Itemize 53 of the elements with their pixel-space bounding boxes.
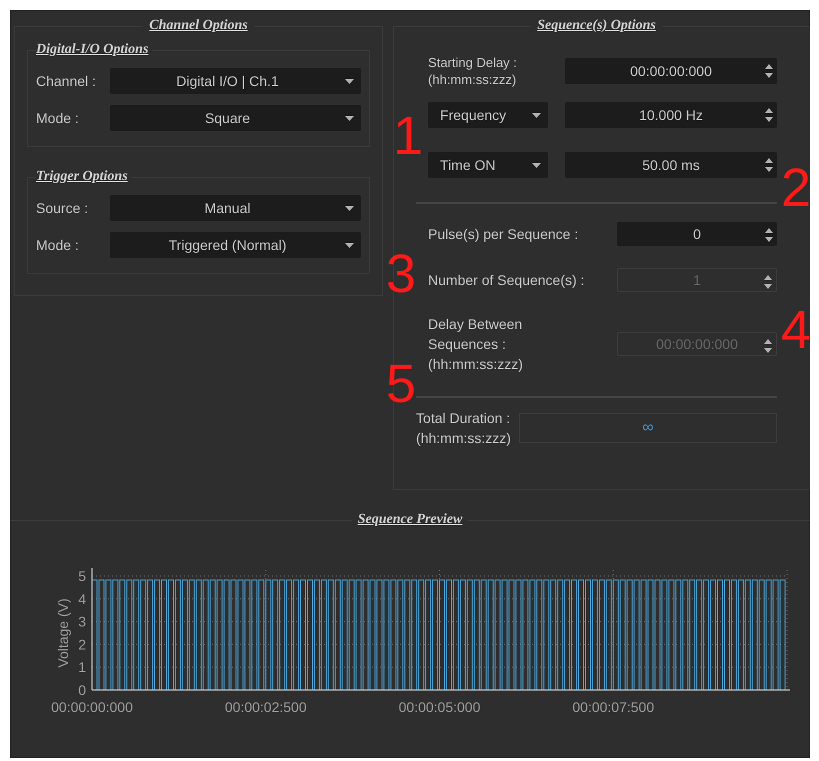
caret-icon bbox=[345, 79, 354, 84]
section-title: Sequence Preview bbox=[356, 512, 464, 528]
spin-arrows-icon bbox=[764, 274, 772, 290]
dropdown[interactable]: Triggered (Normal) bbox=[110, 232, 362, 258]
caret-icon bbox=[345, 206, 354, 211]
tick-label: 5 bbox=[78, 568, 86, 584]
annotation-number: 4 bbox=[781, 302, 812, 358]
annotation-number: 3 bbox=[386, 246, 416, 302]
field-label: Source : bbox=[36, 200, 90, 216]
field-label: Starting Delay : (hh:mm:ss:zzz) bbox=[427, 54, 518, 88]
tick-label: 00:00:05:000 bbox=[398, 699, 480, 715]
spin-box[interactable]: 50.00 ms bbox=[565, 152, 777, 178]
annotation-number: 1 bbox=[393, 108, 424, 164]
annotation-number: 5 bbox=[386, 356, 416, 412]
spin-arrows-icon bbox=[765, 157, 773, 173]
spin-box[interactable]: 0 bbox=[617, 222, 777, 246]
spin-arrows-icon bbox=[765, 63, 773, 79]
total-duration-field: ∞ bbox=[518, 413, 777, 443]
dropdown[interactable]: Manual bbox=[110, 195, 362, 221]
caret-icon bbox=[345, 243, 354, 248]
field-label: Delay Between Sequences : (hh:mm:ss:zzz) bbox=[428, 315, 523, 374]
caret-icon bbox=[345, 116, 354, 121]
dropdown[interactable]: Frequency bbox=[428, 102, 548, 128]
spin-arrows-icon bbox=[765, 227, 773, 243]
dropdown[interactable]: Digital I/O | Ch.1 bbox=[110, 68, 362, 94]
tick-label: 00:00:07:500 bbox=[572, 699, 654, 715]
section-title: Channel Options bbox=[148, 18, 249, 34]
group-title: Trigger Options bbox=[36, 169, 129, 185]
spin-box[interactable]: 10.000 Hz bbox=[565, 102, 777, 128]
spin-box[interactable]: 00:00:00:000 bbox=[565, 58, 777, 84]
field-label: Channel : bbox=[36, 73, 97, 89]
caret-icon bbox=[532, 113, 542, 118]
dropdown[interactable]: Square bbox=[110, 105, 362, 131]
field-label: Total Duration : (hh:mm:ss:zzz) bbox=[416, 409, 511, 448]
field-label: Number of Sequence(s) : bbox=[428, 271, 584, 290]
tick-label: 3 bbox=[78, 614, 86, 630]
dropdown[interactable]: Time ON bbox=[428, 152, 548, 178]
tick-label: 1 bbox=[78, 659, 86, 676]
field-label: Pulse(s) per Sequence : bbox=[428, 225, 578, 244]
spin-arrows-icon bbox=[764, 338, 772, 354]
spin-arrows-icon bbox=[765, 107, 773, 123]
tick-label: 00:00:02:500 bbox=[224, 699, 307, 715]
tick-label: 0 bbox=[78, 682, 86, 698]
axis-label: Voltage (V) bbox=[55, 598, 71, 668]
field-label: Mode : bbox=[36, 237, 80, 253]
annotation-number: 2 bbox=[781, 160, 812, 216]
section-title: Sequence(s) Options bbox=[536, 18, 657, 34]
tick-label: 4 bbox=[78, 590, 86, 607]
tick-label: 00:00:00:000 bbox=[51, 699, 133, 715]
caret-icon bbox=[532, 163, 542, 168]
tick-label: 2 bbox=[78, 636, 86, 652]
field-label: Mode : bbox=[36, 110, 80, 126]
group-title: Digital-I/O Options bbox=[36, 42, 150, 58]
